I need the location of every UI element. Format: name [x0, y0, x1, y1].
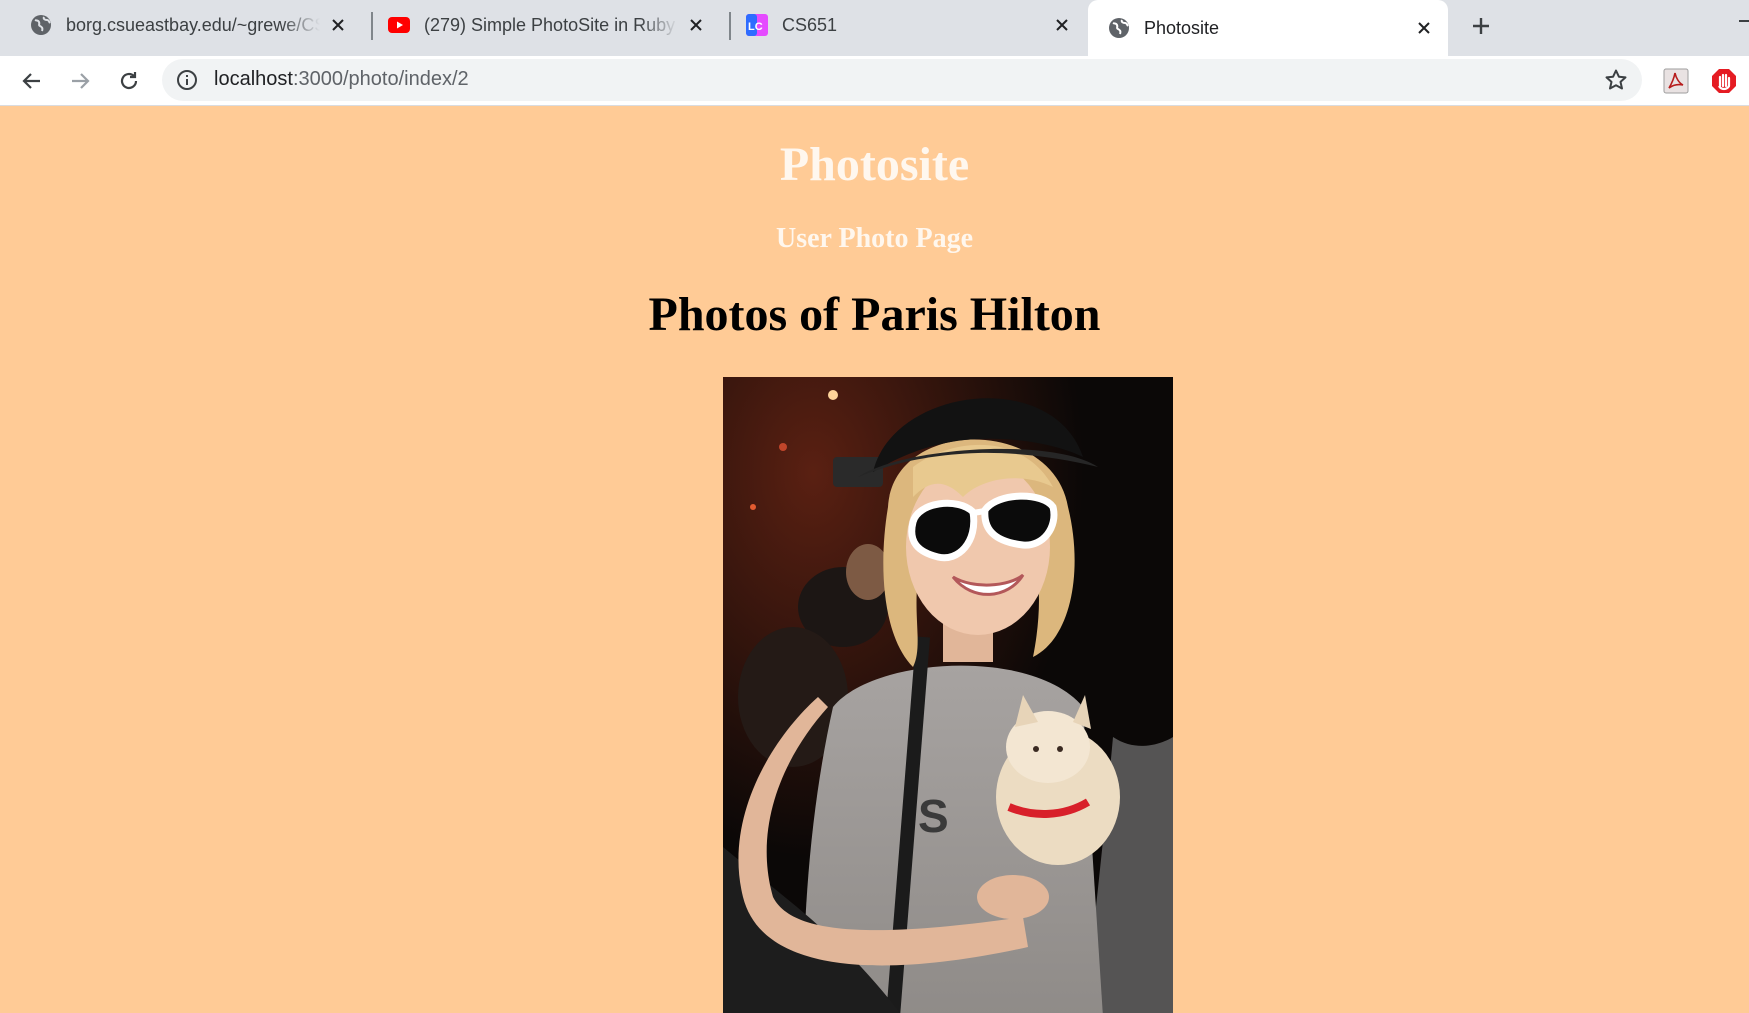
tab-title: Photosite: [1144, 17, 1220, 38]
url-host: localhost: [214, 68, 293, 90]
browser-toolbar: localhost:3000/photo/index/2: [0, 56, 1749, 106]
globe-icon: [1108, 17, 1130, 39]
pdf-extension-icon[interactable]: [1663, 68, 1689, 94]
globe-icon: [30, 14, 52, 36]
tab-borg[interactable]: borg.csueastbay.edu/~grewe/CS651: [0, 0, 362, 50]
reload-button[interactable]: [109, 61, 149, 101]
close-icon[interactable]: [684, 13, 708, 37]
page-subtitle: User Photo Page: [776, 223, 973, 254]
close-icon[interactable]: [1412, 16, 1436, 40]
lc-icon: LC: [746, 14, 768, 36]
info-icon[interactable]: [176, 69, 198, 91]
minimize-button[interactable]: [1739, 20, 1749, 22]
svg-text:S: S: [918, 790, 949, 842]
user-photo: S: [723, 377, 1173, 1013]
tab-youtube[interactable]: (279) Simple PhotoSite in Ruby on Rails: [358, 0, 720, 50]
address-bar[interactable]: localhost:3000/photo/index/2: [162, 59, 1642, 101]
url-path: :3000/photo/index/2: [292, 68, 469, 90]
tab-title: borg.csueastbay.edu/~grewe/CS651: [66, 14, 320, 35]
youtube-icon: [388, 14, 410, 36]
tab-photosite[interactable]: Photosite: [1088, 0, 1448, 56]
tab-title: CS651: [782, 14, 838, 35]
site-title: Photosite: [779, 138, 970, 191]
tab-title: (279) Simple PhotoSite in Ruby on Rails: [424, 14, 678, 35]
tab-strip: borg.csueastbay.edu/~grewe/CS651 (279) S…: [0, 0, 1749, 56]
stop-extension-icon[interactable]: [1711, 68, 1737, 94]
reload-icon: [120, 72, 138, 90]
svg-text:LC: LC: [748, 21, 763, 33]
page-content: Photosite User Photo Page Photos of Pari…: [0, 107, 1749, 1013]
close-icon[interactable]: [326, 13, 350, 37]
page-heading: Photos of Paris Hilton: [648, 288, 1101, 341]
arrow-right-icon: [72, 73, 90, 89]
forward-button[interactable]: [60, 61, 100, 101]
back-button[interactable]: [12, 61, 52, 101]
tab-cs651[interactable]: LC CS651: [716, 0, 1086, 50]
plus-icon: [1473, 18, 1489, 34]
close-icon[interactable]: [1050, 13, 1074, 37]
new-tab-button[interactable]: [1465, 10, 1497, 42]
url-text[interactable]: localhost:3000/photo/index/2: [214, 68, 469, 91]
arrow-left-icon: [22, 73, 40, 89]
star-icon[interactable]: [1604, 68, 1628, 92]
